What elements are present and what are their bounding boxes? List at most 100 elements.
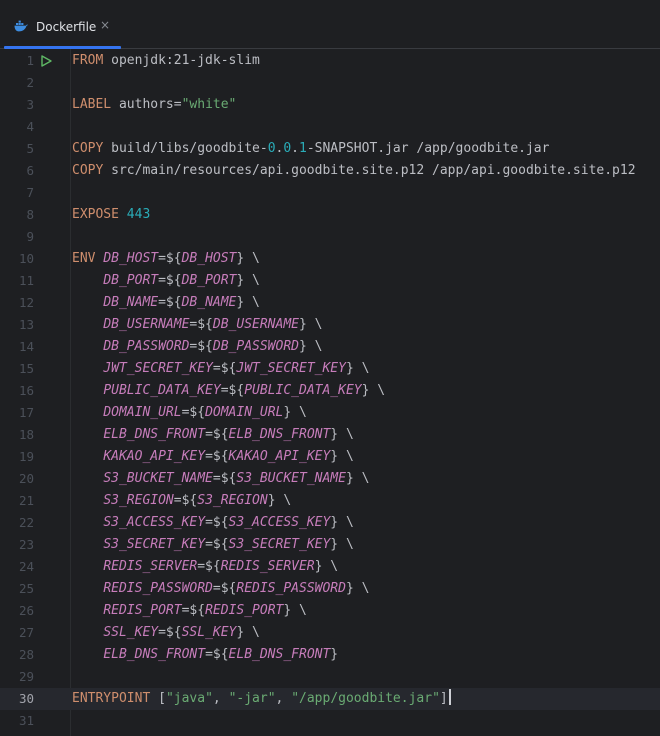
variable-token: DB_NAME — [181, 295, 237, 310]
text-token: } \ — [345, 581, 370, 596]
number-token: 443 — [126, 207, 151, 222]
variable-token: S3_ACCESS_KEY — [103, 515, 206, 530]
line-number: 6 — [26, 163, 34, 178]
text-token: authors= — [111, 97, 182, 112]
line-number: 3 — [26, 97, 34, 112]
line-number: 2 — [26, 75, 34, 90]
text-token: =${ — [205, 427, 229, 442]
line-number: 1 — [26, 53, 34, 68]
code-line[interactable]: 31 — [0, 710, 660, 732]
variable-token: REDIS_PORT — [103, 603, 182, 618]
line-number: 4 — [26, 119, 34, 134]
run-gutter-icon[interactable] — [40, 55, 52, 67]
variable-token: DB_PASSWORD — [103, 339, 190, 354]
text-token: =${ — [189, 339, 213, 354]
number-token: 0 — [267, 141, 276, 156]
variable-token: S3_BUCKET_NAME — [236, 471, 346, 486]
text-token: . — [291, 141, 299, 156]
tab-dockerfile[interactable]: Dockerfile × — [0, 7, 121, 49]
text-caret — [448, 689, 451, 705]
keyword-token: COPY — [72, 141, 104, 156]
code-line[interactable]: 28 ELB_DNS_FRONT=${ELB_DNS_FRONT} — [0, 644, 660, 666]
line-text: ENTRYPOINT ["java", "-jar", "/app/goodbi… — [72, 688, 451, 710]
code-line[interactable]: 20 S3_BUCKET_NAME=${S3_BUCKET_NAME} \ — [0, 468, 660, 490]
text-token: src/main/resources/api.goodbite.site.p12… — [103, 163, 636, 178]
text-token: =${ — [158, 625, 182, 640]
code-line[interactable]: 7 — [0, 182, 660, 204]
string-token: "white" — [181, 97, 237, 112]
variable-token: PUBLIC_DATA_KEY — [244, 383, 362, 398]
line-number: 20 — [18, 471, 34, 486]
code-line[interactable]: 16 PUBLIC_DATA_KEY=${PUBLIC_DATA_KEY} \ — [0, 380, 660, 402]
code-line[interactable]: 13 DB_USERNAME=${DB_USERNAME} \ — [0, 314, 660, 336]
code-line[interactable]: 21 S3_REGION=${S3_REGION} \ — [0, 490, 660, 512]
text-token: -SNAPSHOT.jar /app/goodbite.jar — [306, 141, 550, 156]
code-line[interactable]: 4 — [0, 116, 660, 138]
variable-token: JWT_SECRET_KEY — [236, 361, 346, 376]
line-number: 27 — [18, 625, 34, 640]
text-token: =${ — [205, 537, 229, 552]
variable-token: SSL_KEY — [181, 625, 237, 640]
code-line[interactable]: 2 — [0, 72, 660, 94]
text-token: =${ — [212, 471, 237, 486]
keyword-token: ENV — [72, 251, 96, 266]
text-token: ] — [439, 691, 448, 706]
code-line[interactable]: 17 DOMAIN_URL=${DOMAIN_URL} \ — [0, 402, 660, 424]
text-token: =${ — [158, 295, 182, 310]
code-line[interactable]: 15 JWT_SECRET_KEY=${JWT_SECRET_KEY} \ — [0, 358, 660, 380]
variable-token: DB_NAME — [103, 295, 159, 310]
line-text: S3_ACCESS_KEY=${S3_ACCESS_KEY} \ — [72, 512, 353, 534]
line-number: 26 — [18, 603, 34, 618]
code-line[interactable]: 12 DB_NAME=${DB_NAME} \ — [0, 292, 660, 314]
tab-label: Dockerfile — [36, 20, 97, 34]
text-token: build/libs/goodbite- — [103, 141, 268, 156]
code-line[interactable]: 14 DB_PASSWORD=${DB_PASSWORD} \ — [0, 336, 660, 358]
tab-close-icon[interactable]: × — [100, 18, 110, 32]
code-editor[interactable]: 1 FROM openjdk:21-jdk-slim 2 3 LABEL authors… — [0, 49, 660, 736]
code-line[interactable]: 8 EXPOSE 443 — [0, 204, 660, 226]
code-line[interactable]: 26 REDIS_PORT=${REDIS_PORT} \ — [0, 600, 660, 622]
code-line[interactable]: 25 REDIS_PASSWORD=${REDIS_PASSWORD} \ — [0, 578, 660, 600]
variable-token: DB_PORT — [181, 273, 237, 288]
code-line[interactable]: 27 SSL_KEY=${SSL_KEY} \ — [0, 622, 660, 644]
code-line[interactable]: 30 ENTRYPOINT ["java", "-jar", "/app/good… — [0, 688, 660, 710]
line-text: SSL_KEY=${SSL_KEY} \ — [72, 622, 260, 644]
line-text: ELB_DNS_FRONT=${ELB_DNS_FRONT} — [72, 644, 338, 666]
variable-token: REDIS_PORT — [205, 603, 284, 618]
code-line[interactable]: 1 FROM openjdk:21-jdk-slim — [0, 50, 660, 72]
variable-token: S3_BUCKET_NAME — [103, 471, 213, 486]
text-token: } \ — [236, 295, 260, 310]
code-line[interactable]: 18 ELB_DNS_FRONT=${ELB_DNS_FRONT} \ — [0, 424, 660, 446]
code-line[interactable]: 10 ENV DB_HOST=${DB_HOST} \ — [0, 248, 660, 270]
code-line[interactable]: 9 — [0, 226, 660, 248]
line-text: ELB_DNS_FRONT=${ELB_DNS_FRONT} \ — [72, 424, 353, 446]
code-line[interactable]: 23 S3_SECRET_KEY=${S3_SECRET_KEY} \ — [0, 534, 660, 556]
variable-token: DB_HOST — [103, 251, 159, 266]
line-text: DB_PASSWORD=${DB_PASSWORD} \ — [72, 336, 322, 358]
variable-token: REDIS_SERVER — [103, 559, 198, 574]
line-number: 9 — [26, 229, 34, 244]
code-line[interactable]: 6 COPY src/main/resources/api.goodbite.si… — [0, 160, 660, 182]
code-line[interactable]: 11 DB_PORT=${DB_PORT} \ — [0, 270, 660, 292]
code-line[interactable]: 24 REDIS_SERVER=${REDIS_SERVER} \ — [0, 556, 660, 578]
code-line[interactable]: 22 S3_ACCESS_KEY=${S3_ACCESS_KEY} \ — [0, 512, 660, 534]
line-text: COPY build/libs/goodbite-0.0.1-SNAPSHOT.… — [72, 138, 549, 160]
text-token: openjdk:21-jdk-slim — [103, 53, 260, 68]
line-text: COPY src/main/resources/api.goodbite.sit… — [72, 160, 636, 182]
code-line[interactable]: 19 KAKAO_API_KEY=${KAKAO_API_KEY} \ — [0, 446, 660, 468]
code-line[interactable]: 5 COPY build/libs/goodbite-0.0.1-SNAPSHOT… — [0, 138, 660, 160]
code-line[interactable]: 29 — [0, 666, 660, 688]
code-line[interactable]: 3 LABEL authors="white" — [0, 94, 660, 116]
variable-token: DOMAIN_URL — [103, 405, 182, 420]
text-token: =${ — [205, 515, 229, 530]
variable-token: REDIS_SERVER — [220, 559, 315, 574]
variable-token: S3_REGION — [103, 493, 174, 508]
